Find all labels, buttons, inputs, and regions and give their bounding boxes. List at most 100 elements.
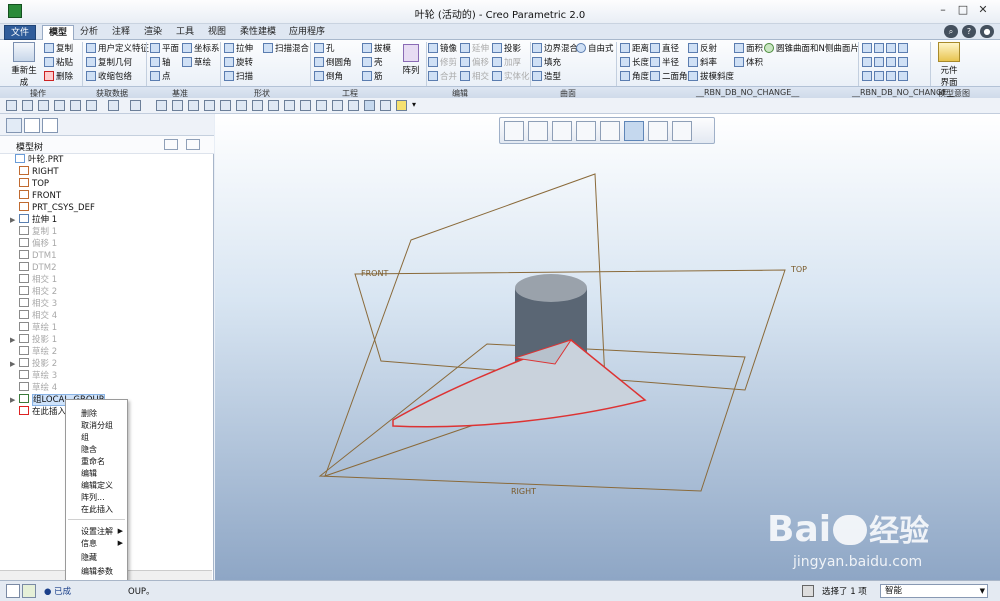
tab-tools[interactable]: 工具 bbox=[170, 25, 200, 40]
shell-button[interactable]: 壳 bbox=[362, 57, 383, 69]
extrude-button[interactable]: 拉伸 bbox=[224, 43, 253, 55]
tree-node[interactable]: 草绘 3 bbox=[10, 370, 57, 382]
hole-button[interactable]: 孔 bbox=[314, 43, 335, 55]
tree-node[interactable]: TOP bbox=[10, 178, 49, 190]
distance-button[interactable]: 距离 bbox=[620, 43, 649, 55]
window-icon[interactable] bbox=[86, 100, 97, 111]
tree-node[interactable]: 草绘 4 bbox=[10, 382, 57, 394]
reflection-button[interactable]: 反射 bbox=[688, 43, 717, 55]
regen-small-icon[interactable] bbox=[70, 100, 81, 111]
minimize-button[interactable]: – bbox=[934, 4, 952, 18]
pattern-button[interactable]: 阵列 bbox=[400, 44, 422, 76]
folder-icon[interactable] bbox=[396, 100, 407, 111]
repaint-icon[interactable] bbox=[204, 100, 215, 111]
point-display-icon[interactable] bbox=[316, 100, 327, 111]
maximize-button[interactable]: □ bbox=[954, 4, 972, 18]
tab-view[interactable]: 视图 bbox=[202, 25, 232, 40]
udf-button[interactable]: 用户定义特征 bbox=[86, 43, 149, 55]
style-button[interactable]: 造型 bbox=[532, 71, 561, 83]
diameter-button[interactable]: 直径 bbox=[650, 43, 679, 55]
tab-flexible-modeling[interactable]: 柔性建模 bbox=[234, 25, 282, 40]
tree-node[interactable]: FRONT bbox=[10, 190, 61, 202]
tree-node[interactable]: 草绘 1 bbox=[10, 322, 57, 334]
merge-button[interactable]: 合并 bbox=[428, 71, 457, 83]
open-icon[interactable] bbox=[22, 100, 33, 111]
help-icon[interactable]: ? bbox=[962, 25, 976, 38]
tree-node[interactable]: ▶ 拉伸 1 bbox=[10, 214, 57, 226]
tab-applications[interactable]: 应用程序 bbox=[283, 25, 331, 40]
project-button[interactable]: 投影 bbox=[492, 43, 521, 55]
delete-button[interactable]: 删除 bbox=[44, 71, 73, 83]
rib-button[interactable]: 筋 bbox=[362, 71, 383, 83]
close-button[interactable]: ✕ bbox=[974, 4, 992, 18]
tab-annotate[interactable]: 注释 bbox=[106, 25, 136, 40]
graphics-window[interactable]: FRONT TOP RIGHT Bai 经验 jingyan.baidu.com bbox=[215, 114, 1000, 580]
wireframe-icon[interactable] bbox=[364, 100, 375, 111]
model-intent-tools-2[interactable] bbox=[862, 57, 910, 69]
tree-node[interactable]: 相交 1 bbox=[10, 274, 57, 286]
axis-display-icon[interactable] bbox=[300, 100, 311, 111]
folder-browser-tab-icon[interactable] bbox=[24, 118, 40, 133]
context-menu-item[interactable]: 设置注解 bbox=[81, 526, 113, 538]
tree-node[interactable]: 叶轮.PRT bbox=[6, 154, 63, 166]
shading-icon[interactable] bbox=[348, 100, 359, 111]
context-menu-item[interactable]: 阵列... bbox=[81, 492, 105, 504]
context-menu-item[interactable]: 在此插入 bbox=[81, 504, 113, 516]
settings-icon[interactable]: ● bbox=[980, 25, 994, 38]
tree-node[interactable]: DTM2 bbox=[10, 262, 56, 274]
freestyle-button[interactable]: 自由式 bbox=[576, 43, 614, 55]
zoom-in-icon[interactable] bbox=[156, 100, 167, 111]
slope-button[interactable]: 斜率 bbox=[688, 57, 717, 69]
tree-columns-icon[interactable] bbox=[186, 139, 200, 150]
model-intent-tools[interactable] bbox=[862, 43, 910, 55]
round-button[interactable]: 倒圆角 bbox=[314, 57, 352, 69]
tree-node[interactable]: 在此插入 bbox=[10, 406, 66, 418]
new-icon[interactable] bbox=[6, 100, 17, 111]
redo-icon[interactable] bbox=[130, 100, 141, 111]
plane-button[interactable]: 平面 bbox=[150, 43, 179, 55]
regenerate-button[interactable]: 重新生成 bbox=[8, 42, 40, 88]
tree-node[interactable]: 相交 4 bbox=[10, 310, 57, 322]
csys-button[interactable]: 坐标系 bbox=[182, 43, 220, 55]
search-icon[interactable]: ⌕ bbox=[944, 25, 958, 38]
refit-icon[interactable] bbox=[188, 100, 199, 111]
selection-filter[interactable]: 智能 ▼ bbox=[880, 584, 988, 598]
solidify-button[interactable]: 实体化 bbox=[492, 71, 530, 83]
spin-center-icon[interactable] bbox=[252, 100, 263, 111]
hidden-line-icon[interactable] bbox=[380, 100, 391, 111]
context-menu-item[interactable]: 编辑定义 bbox=[81, 480, 113, 492]
undo-icon[interactable] bbox=[108, 100, 119, 111]
save-icon[interactable] bbox=[38, 100, 49, 111]
offset-button[interactable]: 偏移 bbox=[460, 57, 489, 69]
conic-surface-button[interactable]: 圆锥曲面和N侧曲面片 bbox=[764, 43, 859, 55]
tree-node[interactable]: PRT_CSYS_DEF bbox=[10, 202, 95, 214]
copy-geometry-button[interactable]: 复制几何 bbox=[86, 57, 132, 69]
component-interface-button[interactable]: 元件 界面 bbox=[934, 42, 964, 88]
swept-blend-button[interactable]: 扫描混合 bbox=[263, 43, 309, 55]
show-browser-icon[interactable] bbox=[22, 584, 36, 598]
tree-node[interactable]: ▶ 投影 1 bbox=[10, 334, 57, 346]
expand-arrow-icon[interactable]: ▶ bbox=[10, 358, 19, 370]
customize-dropdown-icon[interactable]: ▾ bbox=[412, 100, 423, 111]
expand-arrow-icon[interactable]: ▶ bbox=[10, 334, 19, 346]
print-icon[interactable] bbox=[54, 100, 65, 111]
thicken-button[interactable]: 加厚 bbox=[492, 57, 521, 69]
tree-node[interactable]: RIGHT bbox=[10, 166, 59, 178]
show-navigator-icon[interactable] bbox=[6, 584, 20, 598]
context-menu-item[interactable]: 编辑参数 bbox=[81, 566, 113, 578]
chamfer-button[interactable]: 倒角 bbox=[314, 71, 343, 83]
context-menu-item[interactable]: 重命名 bbox=[81, 456, 105, 468]
tree-settings-icon[interactable] bbox=[164, 139, 178, 150]
context-menu-item[interactable]: 编辑 bbox=[81, 468, 97, 480]
length-button[interactable]: 长度 bbox=[620, 57, 649, 69]
extend-button[interactable]: 延伸 bbox=[460, 43, 489, 55]
selection-icon[interactable] bbox=[802, 585, 814, 597]
context-menu-item[interactable]: 隐含 bbox=[81, 444, 97, 456]
tree-node[interactable]: DTM1 bbox=[10, 250, 56, 262]
context-menu-item[interactable]: 隐藏 bbox=[81, 552, 97, 564]
area-button[interactable]: 面积 bbox=[734, 43, 763, 55]
tree-node[interactable]: 草绘 2 bbox=[10, 346, 57, 358]
tab-analysis[interactable]: 分析 bbox=[74, 25, 104, 40]
trim-button[interactable]: 修剪 bbox=[428, 57, 457, 69]
fill-button[interactable]: 填充 bbox=[532, 57, 561, 69]
